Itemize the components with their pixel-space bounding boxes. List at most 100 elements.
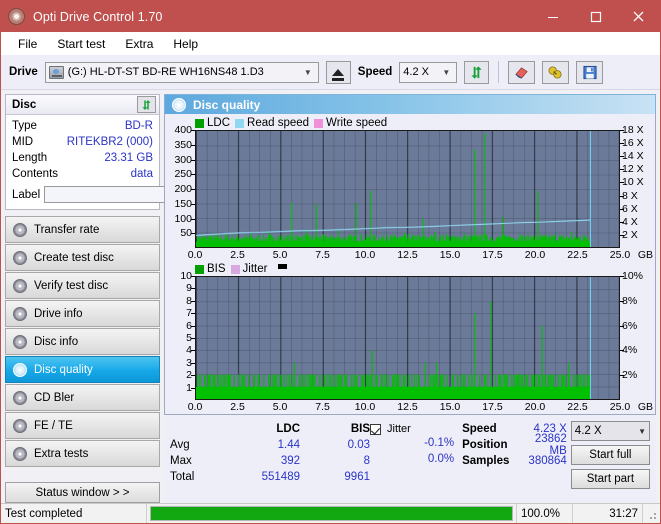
plug-button[interactable] bbox=[542, 61, 569, 84]
disc-row-key: Contents bbox=[12, 168, 58, 180]
sidebar-item-fe-te[interactable]: FE / TE bbox=[5, 412, 160, 439]
axis-tick-mark bbox=[620, 222, 624, 223]
axis-tick-label: 2.5 bbox=[230, 401, 245, 413]
sidebar-item-label: Transfer rate bbox=[34, 224, 99, 236]
measure-key: Samples bbox=[462, 455, 516, 467]
drive-select[interactable]: (G:) HL-DT-ST BD-RE WH16NS48 1.D3 ▼ bbox=[45, 62, 319, 83]
ldc-plot-area bbox=[195, 130, 620, 248]
legend-item-read-speed: Read speed bbox=[235, 117, 309, 129]
disc-label-key: Label bbox=[12, 189, 40, 201]
start-part-button[interactable]: Start part bbox=[571, 469, 650, 489]
plug-icon bbox=[547, 65, 564, 80]
disc-icon bbox=[13, 307, 27, 321]
axis-tick-mark bbox=[620, 156, 624, 157]
axis-tick-label: 17.5 bbox=[482, 401, 502, 413]
stats-row-bis: 8 bbox=[300, 455, 370, 467]
disc-info-rows: Type BD-R MID RITEKBR2 (000) Length 23.3… bbox=[6, 115, 159, 209]
axis-tick-mark bbox=[620, 182, 624, 183]
sidebar-item-disc-info[interactable]: Disc info bbox=[5, 328, 160, 355]
eject-button[interactable] bbox=[326, 61, 351, 84]
speed-select-value: 4.2 X bbox=[403, 66, 429, 78]
stats-row-bis: 0.03 bbox=[300, 439, 370, 451]
axis-tick-label: 5.0 bbox=[273, 401, 288, 413]
axis-tick-mark bbox=[620, 130, 624, 131]
measure-value: 380864 bbox=[516, 455, 571, 467]
sidebar-item-cd-bler[interactable]: CD Bler bbox=[5, 384, 160, 411]
stats-row-bis: 9961 bbox=[300, 471, 370, 483]
jitter-checkbox[interactable] bbox=[370, 424, 381, 435]
panel-title: Disc quality bbox=[193, 98, 260, 112]
jitter-label: Jitter bbox=[387, 423, 411, 435]
start-full-button[interactable]: Start full bbox=[571, 445, 650, 465]
resize-grip-icon[interactable] bbox=[643, 504, 660, 523]
bis-chart: BIS Jitter 12345678910 2%4%6%8%1 bbox=[165, 262, 655, 414]
stats-header-bis: BIS bbox=[300, 423, 370, 435]
sidebar-item-verify-test-disc[interactable]: Verify test disc bbox=[5, 272, 160, 299]
sidebar-item-label: Disc info bbox=[34, 336, 78, 348]
sidebar-item-disc-quality[interactable]: Disc quality bbox=[5, 356, 160, 383]
stats-row-ldc: 551489 bbox=[226, 471, 300, 483]
axis-tick-label: 10 X bbox=[622, 176, 644, 188]
disc-refresh-button[interactable] bbox=[137, 96, 156, 113]
ldc-y-axis: 50100150200250300350400 bbox=[165, 130, 195, 248]
legend-swatch-ldc bbox=[195, 119, 204, 128]
eject-icon bbox=[332, 69, 344, 76]
elapsed-time: 31:27 bbox=[573, 504, 643, 523]
panel-header: Disc quality bbox=[164, 94, 656, 114]
axis-tick-mark bbox=[620, 196, 624, 197]
disc-info-panel: Disc Type BD-R bbox=[5, 94, 160, 210]
menu-help[interactable]: Help bbox=[164, 34, 207, 54]
status-window-button[interactable]: Status window > > bbox=[5, 482, 160, 503]
axis-tick-label: 10.0 bbox=[355, 249, 375, 261]
menu-file[interactable]: File bbox=[9, 34, 46, 54]
sidebar-item-drive-info[interactable]: Drive info bbox=[5, 300, 160, 327]
disc-row-key: MID bbox=[12, 136, 33, 148]
refresh-icon bbox=[137, 96, 156, 113]
save-button[interactable] bbox=[576, 61, 603, 84]
measure-value: 23862 MB bbox=[516, 433, 571, 457]
axis-tick-mark bbox=[620, 143, 624, 144]
maximize-icon[interactable] bbox=[574, 1, 617, 32]
axis-tick-label: 20.0 bbox=[525, 401, 545, 413]
jitter-avg: -0.1% bbox=[370, 437, 462, 453]
sidebar-item-label: CD Bler bbox=[34, 392, 74, 404]
speed-select[interactable]: 4.2 X ▼ bbox=[399, 62, 457, 83]
axis-tick-label: 18 X bbox=[622, 124, 644, 136]
ldc-y2-axis: 2 X4 X6 X8 X10 X12 X14 X16 X18 X bbox=[620, 130, 655, 248]
drive-select-value: (G:) HL-DT-ST BD-RE WH16NS48 1.D3 bbox=[68, 66, 264, 78]
disc-row-length: Length 23.31 GB bbox=[12, 150, 153, 166]
axis-tick-label: 25.0 bbox=[610, 249, 630, 261]
refresh-button[interactable] bbox=[464, 61, 489, 84]
axis-tick-label: 100 bbox=[174, 213, 192, 225]
disc-row-type: Type BD-R bbox=[12, 118, 153, 134]
sidebar-item-extra-tests[interactable]: Extra tests bbox=[5, 440, 160, 467]
jitter-toggle[interactable]: Jitter bbox=[370, 421, 462, 437]
measurement-column: Speed 4.23 X Position 23862 MB Samples 3… bbox=[462, 421, 571, 500]
axis-tick-label: 2.5 bbox=[230, 249, 245, 261]
menu-start-test[interactable]: Start test bbox=[48, 34, 114, 54]
disc-icon bbox=[13, 391, 27, 405]
minimize-icon[interactable] bbox=[531, 1, 574, 32]
ldc-chart-legend: LDC Read speed Write speed bbox=[165, 116, 655, 130]
menu-extra[interactable]: Extra bbox=[116, 34, 162, 54]
erase-button[interactable] bbox=[508, 61, 535, 84]
status-message: Test completed bbox=[1, 504, 147, 523]
axis-tick-label: 250 bbox=[174, 168, 192, 180]
charts-container: LDC Read speed Write speed 5010015020025… bbox=[164, 114, 656, 415]
bis-y-axis: 12345678910 bbox=[165, 276, 195, 400]
disc-panel-header: Disc bbox=[6, 95, 159, 115]
legend-swatch-jitter bbox=[231, 265, 240, 274]
sidebar-item-create-test-disc[interactable]: Create test disc bbox=[5, 244, 160, 271]
bis-plot-area bbox=[195, 276, 620, 400]
test-speed-select[interactable]: 4.2 X ▼ bbox=[571, 421, 650, 441]
axis-tick-label: 14 X bbox=[622, 150, 644, 162]
legend-label-jitter: Jitter bbox=[243, 263, 268, 275]
axis-tick-label: 22.5 bbox=[567, 249, 587, 261]
stats-row-max: Max 392 8 bbox=[170, 453, 370, 469]
progress-fill bbox=[151, 507, 512, 520]
close-icon[interactable] bbox=[617, 1, 660, 32]
sidebar-item-transfer-rate[interactable]: Transfer rate bbox=[5, 216, 160, 243]
disc-icon bbox=[13, 363, 27, 377]
axis-tick-label: 10% bbox=[622, 270, 643, 282]
sidebar-item-label: Extra tests bbox=[34, 448, 88, 460]
